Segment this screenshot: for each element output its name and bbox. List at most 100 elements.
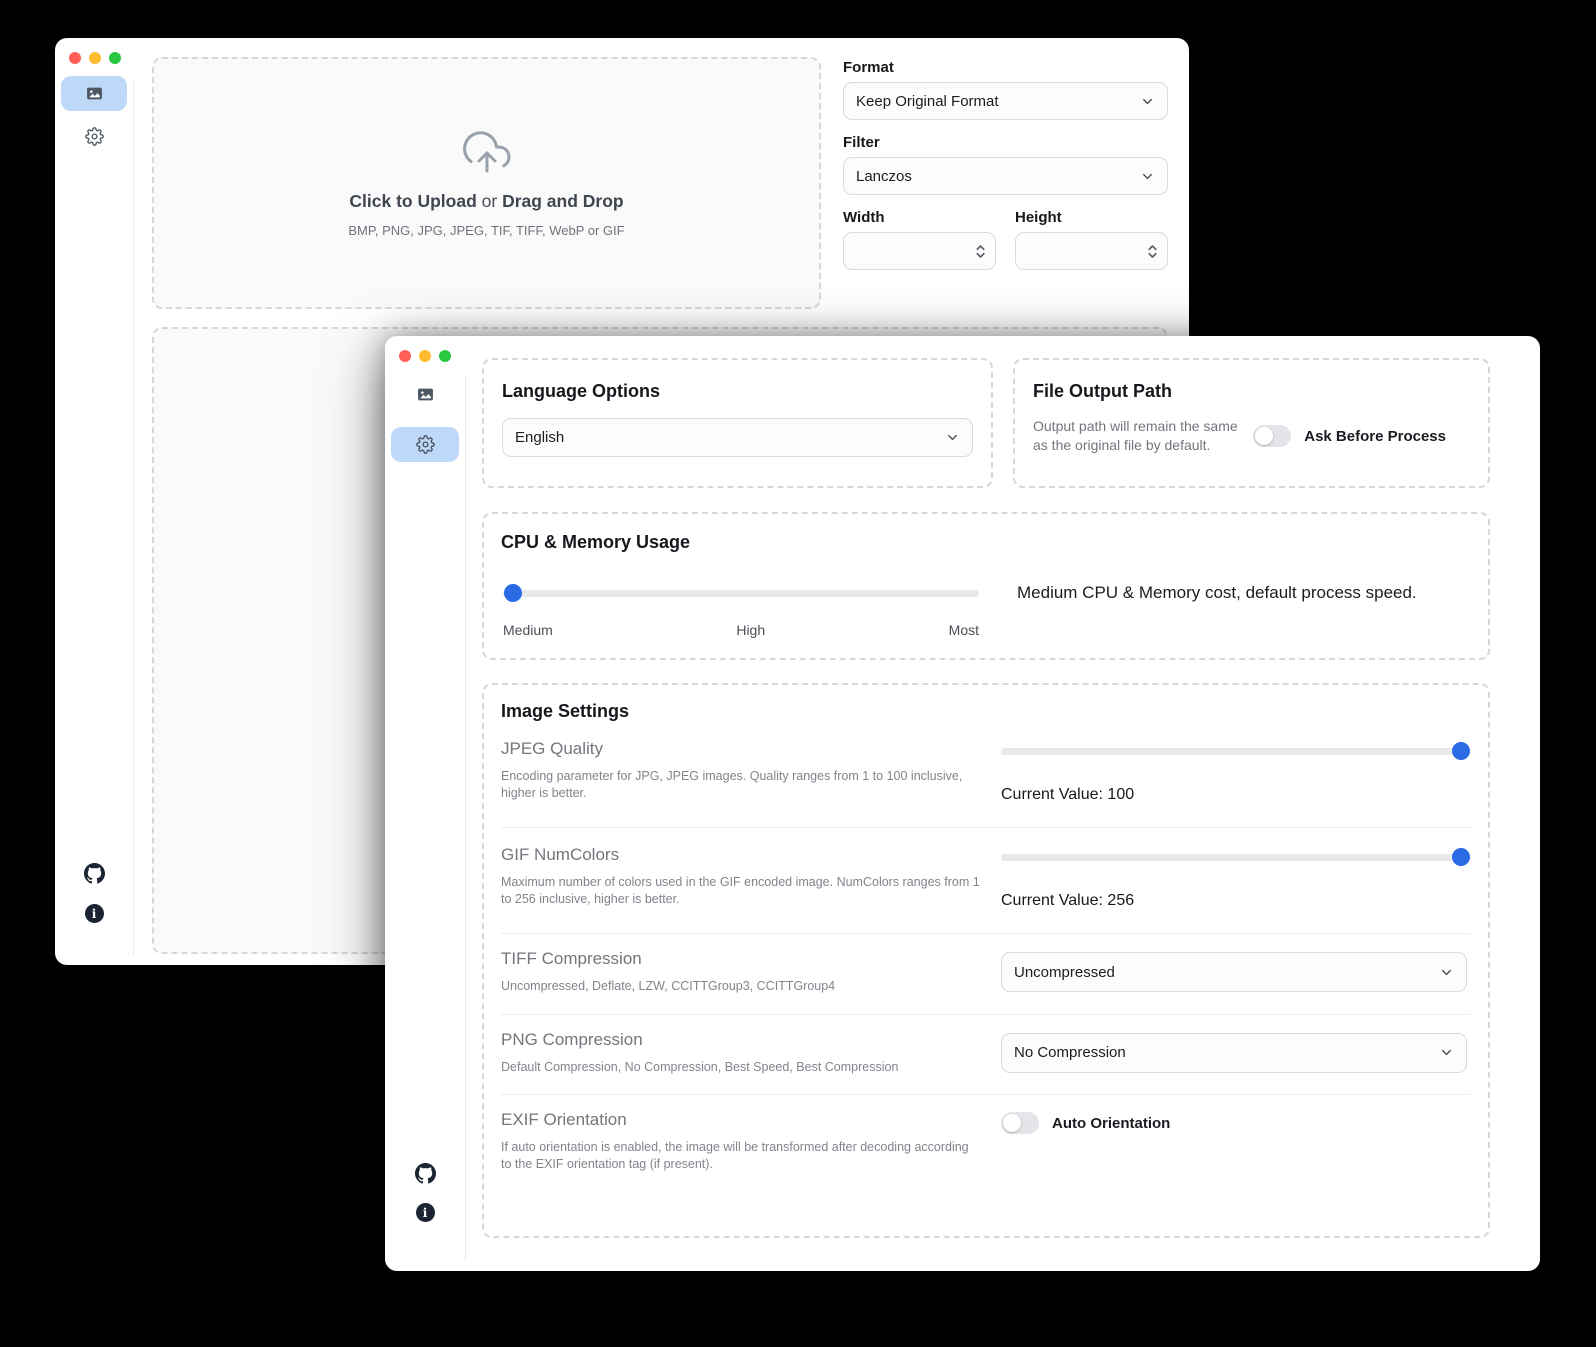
png-compression-value: No Compression xyxy=(1014,1044,1126,1061)
language-options-section: Language Options English xyxy=(482,358,993,488)
sidebar-item-images[interactable] xyxy=(61,76,127,111)
ask-before-process-toggle[interactable] xyxy=(1253,425,1291,447)
jpeg-quality-current-value: Current Value: 100 xyxy=(1001,786,1471,804)
slider-thumb[interactable] xyxy=(504,584,522,602)
chevron-down-icon xyxy=(1140,94,1155,109)
level-most: Most xyxy=(949,622,979,638)
minimize-button[interactable] xyxy=(89,52,101,64)
png-compression-row: PNG Compression Default Compression, No … xyxy=(501,1015,1471,1096)
slider-track[interactable] xyxy=(1001,854,1471,861)
image-icon xyxy=(417,386,434,403)
upload-title: Click to Upload or Drag and Drop xyxy=(349,191,623,212)
sidebar: i xyxy=(385,336,465,1271)
github-link[interactable] xyxy=(55,863,133,884)
cloud-upload-icon xyxy=(463,129,511,177)
window-controls xyxy=(399,350,451,362)
language-select[interactable]: English xyxy=(502,418,973,457)
exif-orientation-label: EXIF Orientation xyxy=(501,1110,993,1130)
height-input-box xyxy=(1015,232,1168,270)
chevron-down-icon xyxy=(1140,169,1155,184)
github-icon xyxy=(84,863,105,884)
tiff-compression-description: Uncompressed, Deflate, LZW, CCITTGroup3,… xyxy=(501,978,993,995)
language-options-title: Language Options xyxy=(502,380,973,402)
file-output-path-title: File Output Path xyxy=(1033,380,1470,402)
file-output-path-section: File Output Path Output path will remain… xyxy=(1013,358,1490,488)
jpeg-quality-description: Encoding parameter for JPG, JPEG images.… xyxy=(501,768,993,801)
filter-label: Filter xyxy=(843,134,1168,151)
stepper-icon[interactable] xyxy=(1147,243,1158,260)
slider-thumb[interactable] xyxy=(1452,742,1470,760)
close-button[interactable] xyxy=(399,350,411,362)
tiff-compression-label: TIFF Compression xyxy=(501,949,993,969)
gear-icon xyxy=(85,127,104,146)
minimize-button[interactable] xyxy=(419,350,431,362)
exif-orientation-description: If auto orientation is enabled, the imag… xyxy=(501,1139,993,1172)
gif-numcolors-description: Maximum number of colors used in the GIF… xyxy=(501,874,993,907)
sidebar-item-settings[interactable] xyxy=(61,119,127,154)
image-settings-title: Image Settings xyxy=(501,700,1471,722)
tiff-compression-select[interactable]: Uncompressed xyxy=(1001,952,1467,992)
format-select[interactable]: Keep Original Format xyxy=(843,82,1168,120)
gif-numcolors-row: GIF NumColors Maximum number of colors u… xyxy=(501,828,1471,934)
gif-numcolors-slider[interactable] xyxy=(1001,848,1471,866)
window-controls xyxy=(69,52,121,64)
stepper-icon[interactable] xyxy=(975,243,986,260)
conversion-options: Format Keep Original Format Filter Lancz… xyxy=(843,59,1168,270)
image-icon xyxy=(86,85,103,102)
format-label: Format xyxy=(843,59,1168,76)
tiff-compression-value: Uncompressed xyxy=(1014,964,1115,981)
auto-orientation-label: Auto Orientation xyxy=(1052,1115,1170,1132)
info-icon: i xyxy=(416,1203,435,1222)
zoom-button[interactable] xyxy=(439,350,451,362)
tiff-compression-row: TIFF Compression Uncompressed, Deflate, … xyxy=(501,934,1471,1015)
level-medium: Medium xyxy=(503,622,553,638)
slider-thumb[interactable] xyxy=(1452,848,1470,866)
png-compression-description: Default Compression, No Compression, Bes… xyxy=(501,1059,993,1076)
sidebar-item-settings[interactable] xyxy=(391,427,459,462)
exif-orientation-row: EXIF Orientation If auto orientation is … xyxy=(501,1095,1471,1172)
cpu-memory-levels: Medium High Most xyxy=(503,622,979,638)
filter-select-value: Lanczos xyxy=(856,168,912,185)
output-path-description: Output path will remain the same as the … xyxy=(1033,417,1253,455)
width-label: Width xyxy=(843,209,996,226)
cpu-memory-slider[interactable] xyxy=(503,584,979,602)
slider-track[interactable] xyxy=(503,590,979,597)
about-button[interactable]: i xyxy=(55,904,133,923)
png-compression-select[interactable]: No Compression xyxy=(1001,1033,1467,1073)
chevron-down-icon xyxy=(1439,1045,1454,1060)
width-input[interactable] xyxy=(856,242,975,261)
slider-track[interactable] xyxy=(1001,748,1471,755)
image-settings-section: Image Settings JPEG Quality Encoding par… xyxy=(482,683,1490,1238)
settings-window: i Language Options English File Output P… xyxy=(385,336,1540,1271)
gif-numcolors-current-value: Current Value: 256 xyxy=(1001,892,1471,910)
height-label: Height xyxy=(1015,209,1168,226)
auto-orientation-toggle[interactable] xyxy=(1001,1112,1039,1134)
cpu-memory-title: CPU & Memory Usage xyxy=(501,531,1471,553)
about-button[interactable]: i xyxy=(385,1203,465,1222)
github-link[interactable] xyxy=(385,1163,465,1184)
png-compression-label: PNG Compression xyxy=(501,1030,993,1050)
filter-select[interactable]: Lanczos xyxy=(843,157,1168,195)
width-input-box xyxy=(843,232,996,270)
height-input[interactable] xyxy=(1028,242,1147,261)
cpu-memory-section: CPU & Memory Usage Medium High Most Medi… xyxy=(482,512,1490,660)
sidebar-item-images[interactable] xyxy=(391,377,459,412)
jpeg-quality-row: JPEG Quality Encoding parameter for JPG,… xyxy=(501,722,1471,828)
upload-dropzone[interactable]: Click to Upload or Drag and Drop BMP, PN… xyxy=(152,57,821,309)
chevron-down-icon xyxy=(1439,965,1454,980)
cpu-memory-status: Medium CPU & Memory cost, default proces… xyxy=(1017,583,1417,603)
jpeg-quality-slider[interactable] xyxy=(1001,742,1471,760)
format-select-value: Keep Original Format xyxy=(856,93,999,110)
info-icon: i xyxy=(85,904,104,923)
zoom-button[interactable] xyxy=(109,52,121,64)
language-select-value: English xyxy=(515,429,564,446)
close-button[interactable] xyxy=(69,52,81,64)
ask-before-process-label: Ask Before Process xyxy=(1304,428,1446,445)
sidebar-divider xyxy=(465,376,466,1261)
upload-supported-formats: BMP, PNG, JPG, JPEG, TIF, TIFF, WebP or … xyxy=(348,223,624,238)
github-icon xyxy=(415,1163,436,1184)
sidebar-divider xyxy=(133,78,134,955)
gif-numcolors-label: GIF NumColors xyxy=(501,845,993,865)
gear-icon xyxy=(416,435,435,454)
level-high: High xyxy=(736,622,765,638)
